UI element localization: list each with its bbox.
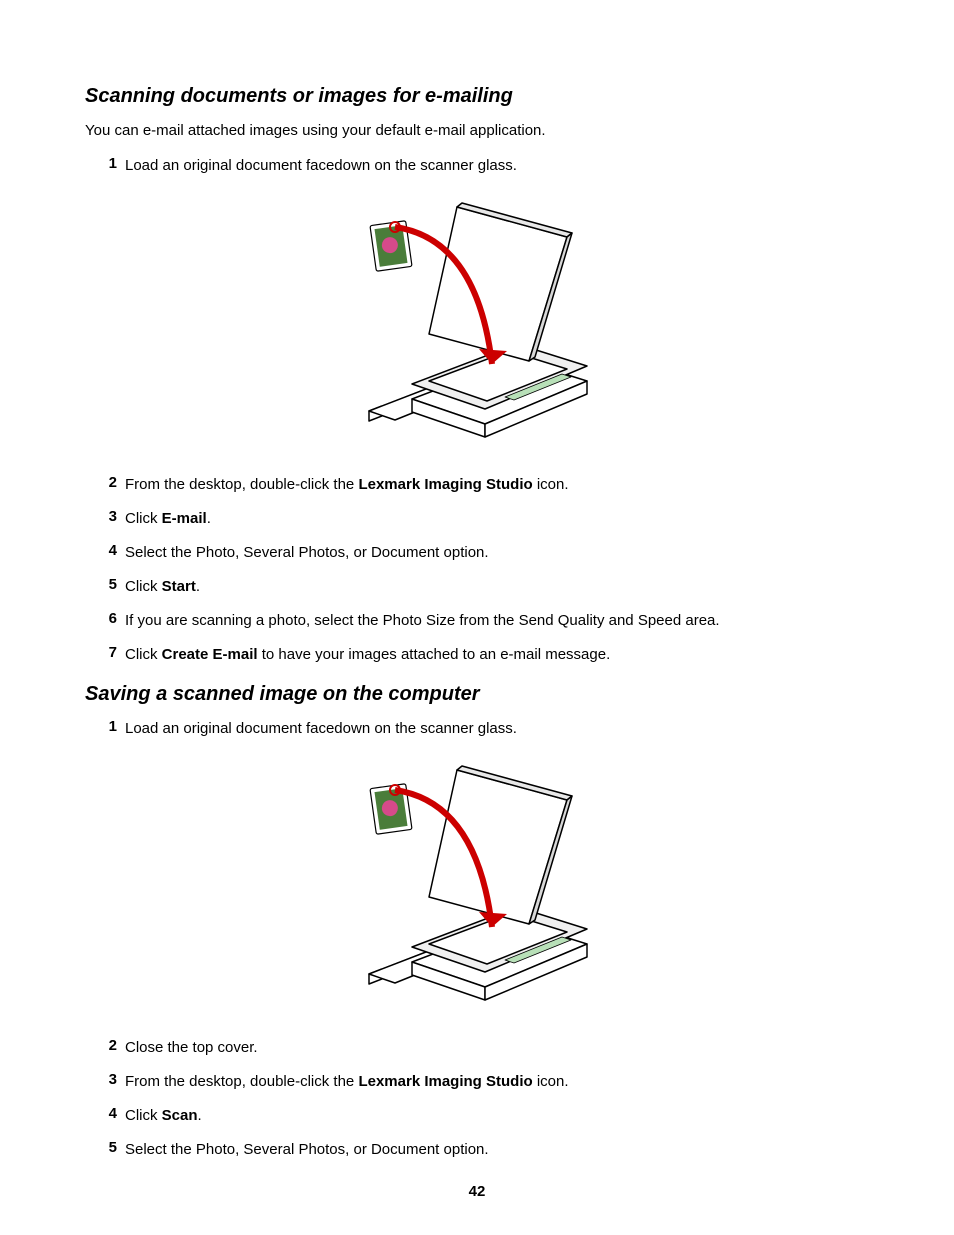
list-item: 5 Click Start. — [85, 576, 869, 597]
list-item: 4 Select the Photo, Several Photos, or D… — [85, 542, 869, 563]
step-number: 3 — [95, 508, 117, 525]
step-number: 5 — [95, 576, 117, 593]
step-text: From the desktop, double-click the Lexma… — [125, 474, 869, 495]
step-number: 6 — [95, 610, 117, 627]
list-item: 1 Load an original document facedown on … — [85, 155, 869, 176]
step-text: If you are scanning a photo, select the … — [125, 610, 869, 631]
section2-heading: Saving a scanned image on the computer — [85, 683, 869, 706]
step-text: From the desktop, double-click the Lexma… — [125, 1071, 869, 1092]
step-text: Select the Photo, Several Photos, or Doc… — [125, 1139, 869, 1160]
page-number: 42 — [0, 1183, 954, 1200]
step-text: Click Scan. — [125, 1105, 869, 1126]
step-text: Click Start. — [125, 576, 869, 597]
list-item: 2 From the desktop, double-click the Lex… — [85, 474, 869, 495]
step-number: 5 — [95, 1139, 117, 1156]
list-item: 3 From the desktop, double-click the Lex… — [85, 1071, 869, 1092]
list-item: 6 If you are scanning a photo, select th… — [85, 610, 869, 631]
page: Scanning documents or images for e-maili… — [0, 0, 954, 1235]
figure-container — [85, 752, 869, 1017]
step-number: 4 — [95, 542, 117, 559]
list-item: 4 Click Scan. — [85, 1105, 869, 1126]
list-item: 3 Click E-mail. — [85, 508, 869, 529]
step-number: 1 — [95, 718, 117, 735]
step-text: Select the Photo, Several Photos, or Doc… — [125, 542, 869, 563]
list-item: 2 Close the top cover. — [85, 1037, 869, 1058]
scanner-illustration-icon — [357, 189, 597, 454]
step-text: Click Create E-mail to have your images … — [125, 644, 869, 665]
list-item: 1 Load an original document facedown on … — [85, 718, 869, 739]
step-number: 1 — [95, 155, 117, 172]
scanner-illustration-icon — [357, 752, 597, 1017]
step-text: Load an original document facedown on th… — [125, 718, 869, 739]
step-number: 2 — [95, 1037, 117, 1054]
step-text: Click E-mail. — [125, 508, 869, 529]
figure-container — [85, 189, 869, 454]
section1-intro: You can e-mail attached images using you… — [85, 120, 869, 141]
step-text: Load an original document facedown on th… — [125, 155, 869, 176]
step-number: 2 — [95, 474, 117, 491]
step-number: 4 — [95, 1105, 117, 1122]
section1-heading: Scanning documents or images for e-maili… — [85, 85, 869, 108]
step-text: Close the top cover. — [125, 1037, 869, 1058]
step-number: 3 — [95, 1071, 117, 1088]
list-item: 7 Click Create E-mail to have your image… — [85, 644, 869, 665]
step-number: 7 — [95, 644, 117, 661]
list-item: 5 Select the Photo, Several Photos, or D… — [85, 1139, 869, 1160]
